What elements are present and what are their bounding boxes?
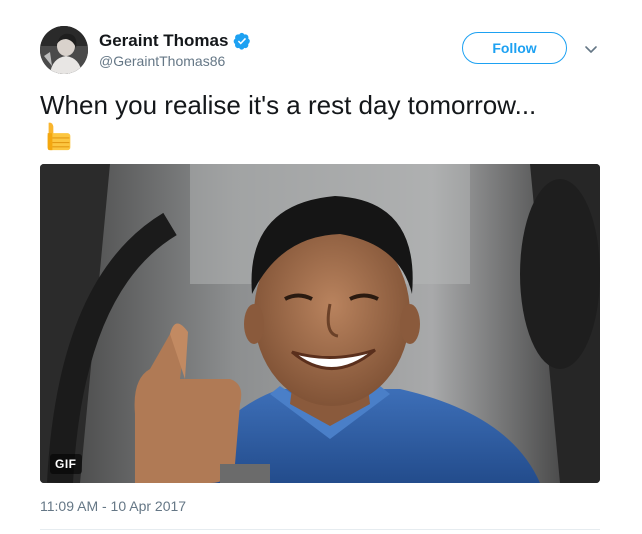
gif-media[interactable]: GIF bbox=[40, 164, 600, 483]
verified-badge-icon bbox=[233, 32, 251, 50]
tweet-text: When you realise it's a rest day tomorro… bbox=[40, 90, 537, 120]
gif-badge: GIF bbox=[50, 454, 82, 474]
author-display-name[interactable]: Geraint Thomas bbox=[99, 31, 228, 51]
thumbs-up-icon bbox=[42, 119, 76, 153]
avatar[interactable] bbox=[40, 26, 88, 74]
author-handle[interactable]: @GeraintThomas86 bbox=[99, 53, 225, 69]
author-name-row[interactable]: Geraint Thomas bbox=[99, 30, 251, 52]
chevron-down-icon[interactable] bbox=[582, 40, 600, 58]
follow-button[interactable]: Follow bbox=[462, 32, 567, 64]
divider bbox=[40, 529, 600, 530]
tweet-timestamp[interactable]: 11:09 AM - 10 Apr 2017 bbox=[40, 498, 186, 514]
